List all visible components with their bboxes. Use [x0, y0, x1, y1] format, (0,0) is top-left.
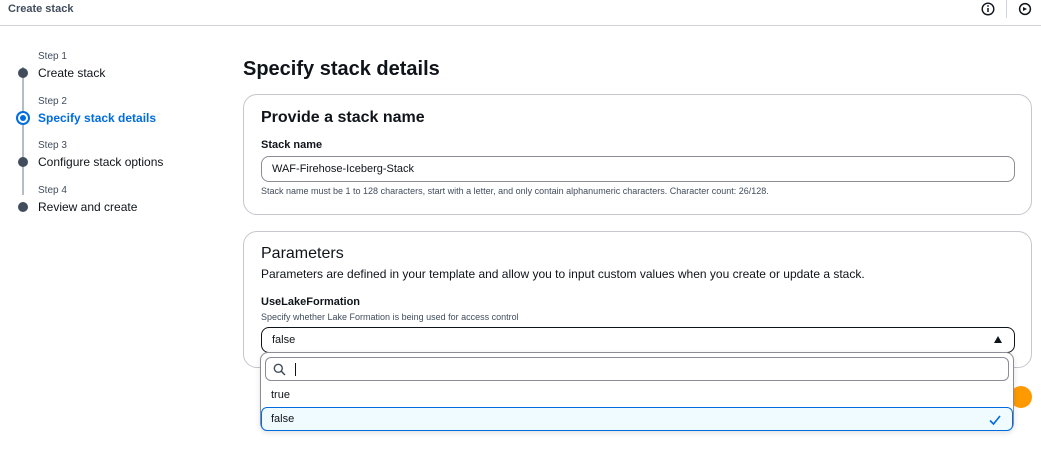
stack-name-label: Stack name: [261, 139, 323, 151]
step-configure-stack-options: Step 3 Configure stack options: [0, 140, 220, 174]
stack-name-input[interactable]: [261, 156, 1015, 182]
search-icon: [273, 363, 286, 376]
step-number: Step 4: [38, 185, 67, 196]
step-review-and-create: Step 4 Review and create: [0, 185, 220, 219]
param-description: Specify whether Lake Formation is being …: [261, 312, 519, 322]
step-indicator: [18, 157, 28, 167]
text-cursor: [295, 363, 296, 376]
step-specify-stack-details[interactable]: Step 2 Specify stack details: [0, 96, 220, 130]
header-divider: [1006, 0, 1007, 18]
option-label: true: [271, 389, 290, 401]
use-lake-formation-select[interactable]: false: [261, 327, 1015, 353]
card-heading: Parameters: [261, 245, 344, 262]
step-label: Create stack: [38, 66, 106, 80]
parameters-card: Parameters Parameters are defined in you…: [243, 231, 1032, 368]
step-label: Specify stack details: [38, 111, 157, 125]
select-dropdown: true false: [260, 352, 1014, 431]
stack-name-hint: Stack name must be 1 to 128 characters, …: [261, 186, 769, 196]
info-icon[interactable]: [981, 2, 995, 16]
step-number: Step 3: [38, 140, 67, 151]
tool-icon[interactable]: [1018, 2, 1032, 16]
step-number: Step 1: [38, 51, 67, 62]
dropdown-option-false[interactable]: false: [261, 407, 1013, 431]
page-header-title: Create stack: [8, 3, 74, 15]
step-indicator-active: [16, 111, 30, 125]
step-label: Review and create: [38, 200, 138, 214]
dropdown-option-true[interactable]: true: [261, 383, 1013, 407]
step-indicator: [18, 202, 28, 212]
parameters-description: Parameters are defined in your template …: [261, 267, 865, 281]
card-heading: Provide a stack name: [261, 109, 425, 126]
steps-connector: [22, 67, 24, 195]
step-indicator: [18, 68, 28, 78]
caret-up-icon: [994, 336, 1002, 343]
dropdown-search-input[interactable]: [265, 357, 1009, 381]
check-icon: [989, 415, 1001, 426]
step-create-stack[interactable]: Step 1 Create stack: [0, 51, 220, 85]
select-value: false: [272, 334, 296, 346]
param-label: UseLakeFormation: [261, 296, 361, 308]
step-label: Configure stack options: [38, 155, 164, 169]
stack-name-card: Provide a stack name Stack name Stack na…: [243, 94, 1032, 215]
step-number: Step 2: [38, 96, 67, 107]
top-bar: Create stack: [0, 0, 1041, 26]
page-title: Specify stack details: [243, 58, 440, 80]
option-label: false: [271, 413, 295, 425]
